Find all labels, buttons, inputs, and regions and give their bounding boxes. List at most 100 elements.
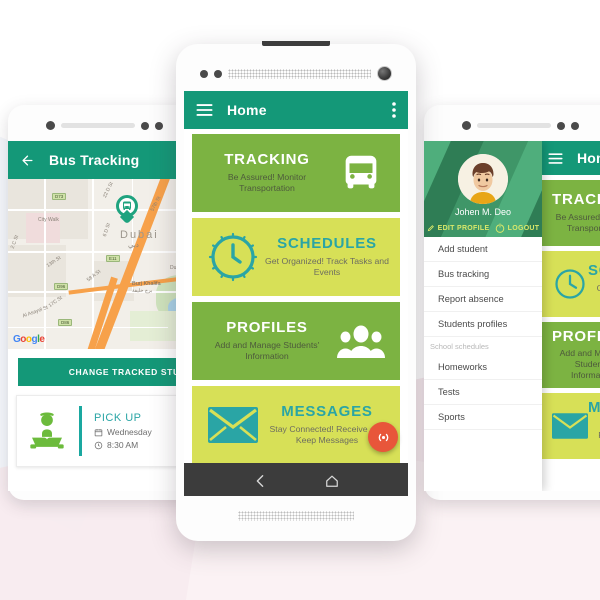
navigation-drawer: Johen M. Deo EDIT PROFILE LOGOUT Add stu… — [424, 141, 542, 491]
page-title: Bus Tracking — [49, 152, 140, 168]
drawer-header: Johen M. Deo EDIT PROFILE LOGOUT — [424, 141, 542, 237]
card-title: TRACKING — [224, 151, 310, 169]
sensor-icon — [571, 121, 579, 130]
card-messages[interactable]: MESSAGES Stay Connected! Receive and Kee… — [542, 393, 600, 459]
bus-marker-icon[interactable] — [116, 195, 138, 225]
phone-top-notch — [262, 41, 330, 46]
clock-icon — [202, 231, 264, 283]
card-subtitle: Get Organized! Track Tasks and Events — [596, 282, 600, 293]
android-navigation-bar — [184, 463, 408, 496]
page-title: Home — [227, 102, 267, 118]
center-phone-screen: Home TRACKING Be Assured! Monitor Transp… — [184, 91, 408, 496]
sensor-icon — [200, 69, 208, 78]
sensor-icon — [214, 69, 222, 78]
pickup-day: Wednesday — [107, 427, 152, 437]
arrow-left-icon[interactable] — [20, 153, 35, 168]
hamburger-menu-icon[interactable] — [196, 103, 213, 117]
pickup-time: 8:30 AM — [107, 440, 139, 450]
drawer-actions: EDIT PROFILE LOGOUT — [424, 223, 542, 233]
sensor-icon — [557, 121, 565, 130]
map-label-street-17c: 17C St — [47, 295, 64, 309]
home-cards-list-behind: TRACKING Be Assured! Monitor Transportat… — [536, 175, 600, 459]
front-camera-icon — [377, 66, 392, 81]
home-cards-list: TRACKING Be Assured! Monitor Transportat… — [184, 129, 408, 463]
map-label-burj-khalifa: Burj Khalifa — [132, 281, 161, 287]
right-phone-sensors — [462, 121, 579, 130]
card-messages[interactable]: MESSAGES Stay Connected! Receive and Kee… — [192, 386, 400, 463]
broadcast-icon — [375, 429, 392, 446]
logout-button[interactable]: LOGOUT — [495, 223, 540, 233]
card-schedules[interactable]: SCHEDULES Get Organized! Track Tasks and… — [192, 218, 400, 296]
drawer-section-school-schedules: School schedules — [430, 342, 489, 351]
card-schedules[interactable]: SCHEDULES Get Organized! Track Tasks and… — [542, 251, 600, 317]
sensor-icon — [155, 121, 163, 130]
right-phone-device: Home TRACKING Be Assured! Monitor Transp… — [424, 105, 600, 500]
map-label-street-22d: 22 D St — [101, 181, 115, 199]
card-subtitle: Get Organized! Track Tasks and Events — [265, 255, 389, 277]
map-route-shield: E11 — [106, 255, 120, 262]
drawer-item-tests[interactable]: Tests — [424, 380, 542, 405]
drawer-item-add-student[interactable]: Add student — [424, 237, 542, 262]
card-tracking[interactable]: TRACKING Be Assured! Monitor Transportat… — [542, 180, 600, 246]
map-label-burj-khalifa-ar: برج خليفة — [132, 288, 153, 294]
drawer-item-homeworks[interactable]: Homeworks — [424, 355, 542, 380]
logout-label: LOGOUT — [507, 224, 540, 232]
nav-home-icon[interactable] — [325, 474, 339, 488]
card-title: PROFILES — [552, 327, 600, 345]
card-subtitle: Be Assured! Monitor Transportation — [227, 171, 307, 193]
card-subtitle: Be Assured! Monitor Transportation — [555, 211, 600, 233]
card-profiles[interactable]: PROFILES Add and Manage Students' Inform… — [542, 322, 600, 388]
map-label-dubai: Dubai — [120, 229, 159, 241]
drawer-menu-list: Add student Bus tracking Report absence … — [424, 237, 542, 430]
card-subtitle: Add and Manage Students' Information — [214, 339, 320, 361]
envelope-icon — [552, 413, 588, 439]
card-subtitle: Add and Manage Students' Information — [559, 348, 600, 381]
screenshot-canvas: Bus Tracking Dubai دبي Burj Khalifa برج … — [0, 0, 600, 600]
calendar-icon — [94, 428, 103, 437]
card-tracking[interactable]: TRACKING Be Assured! Monitor Transportat… — [192, 134, 400, 212]
left-phone-sensors — [46, 121, 163, 130]
pickup-title: PICK UP — [94, 412, 142, 424]
card-title: MESSAGES — [281, 403, 373, 421]
google-logo: Google — [13, 334, 45, 345]
edit-profile-button[interactable]: EDIT PROFILE — [427, 224, 490, 232]
drawer-item-report-absence[interactable]: Report absence — [424, 287, 542, 312]
map-route-shield: D96 — [54, 283, 69, 290]
bus-icon — [332, 150, 390, 196]
home-screen-behind-drawer: Home TRACKING Be Assured! Monitor Transp… — [536, 141, 600, 491]
more-vertical-icon[interactable] — [392, 102, 396, 118]
home-appbar: Home — [184, 91, 408, 129]
broadcast-fab-button[interactable] — [368, 422, 398, 452]
map-route-shield: D73 — [52, 193, 67, 200]
drawer-item-sports[interactable]: Sports — [424, 405, 542, 430]
center-phone-sensors — [200, 66, 392, 81]
card-title: TRACKING — [552, 191, 600, 209]
hamburger-menu-icon[interactable] — [548, 152, 563, 165]
people-icon — [332, 323, 390, 359]
earpiece-speaker — [228, 68, 371, 79]
camera-icon — [46, 121, 55, 130]
user-avatar-icon[interactable] — [458, 154, 508, 204]
pickup-time-row: 8:30 AM — [94, 440, 152, 450]
card-title: SCHEDULES — [277, 235, 377, 253]
right-phone-screen: Home TRACKING Be Assured! Monitor Transp… — [424, 141, 600, 491]
camera-icon — [462, 121, 471, 130]
map-label-street-6d: 6 D St — [101, 222, 112, 238]
nav-back-icon[interactable] — [254, 474, 266, 488]
sensor-icon — [141, 121, 149, 130]
clock-icon — [94, 441, 103, 450]
drawer-item-bus-tracking[interactable]: Bus tracking — [424, 262, 542, 287]
card-profiles[interactable]: PROFILES Add and Manage Students' Inform… — [192, 302, 400, 380]
logout-icon — [495, 223, 505, 233]
map-route-shield: D86 — [58, 319, 73, 326]
pickup-divider — [79, 406, 82, 456]
home-appbar: Home — [536, 141, 600, 175]
map-label-dubai-ar: دبي — [128, 242, 139, 249]
drawer-user-name: Johen M. Deo — [454, 207, 512, 217]
envelope-icon — [202, 407, 264, 443]
page-title: Home — [577, 150, 600, 166]
edit-profile-label: EDIT PROFILE — [437, 224, 490, 232]
drawer-item-students-profiles[interactable]: Students profiles — [424, 312, 542, 337]
map-label-city-walk: City Walk — [38, 217, 59, 223]
clock-icon — [552, 266, 588, 302]
